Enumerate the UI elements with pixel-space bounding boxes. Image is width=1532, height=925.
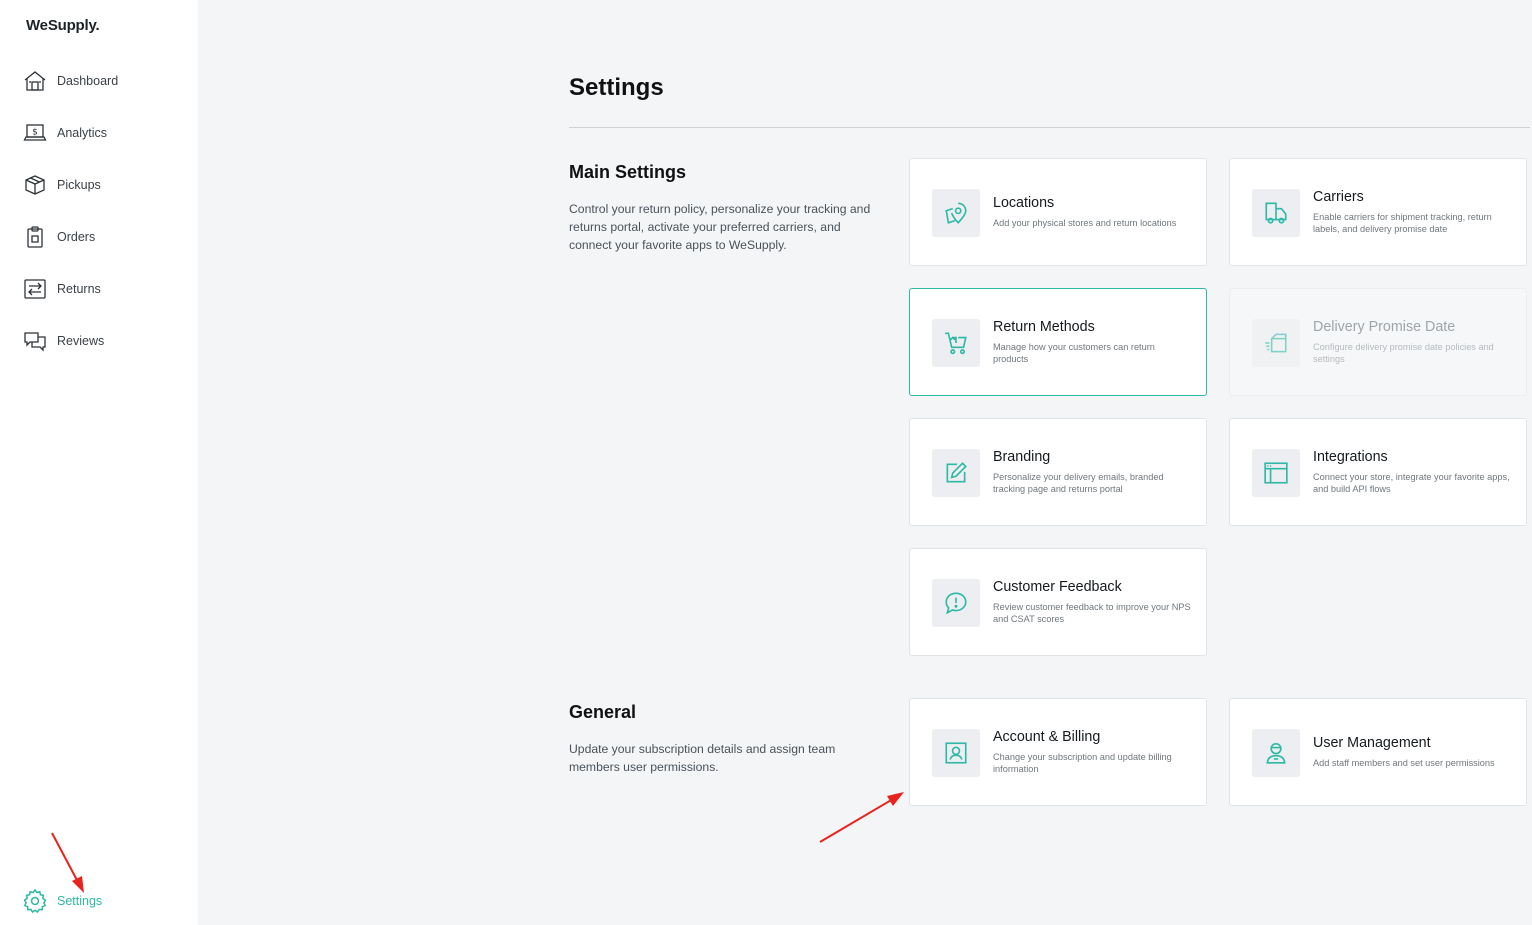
card-description: Add staff members and set user permissio… [1313,758,1495,768]
sidebar-item-label: Returns [57,282,101,296]
card-title: User Management [1313,735,1431,751]
svg-text:$: $ [32,128,38,138]
section-heading-general: General [569,702,637,722]
card-title: Delivery Promise Date [1313,319,1456,335]
sidebar-item-label: Analytics [57,126,108,140]
card-carriers[interactable]: Carriers Enable carriers for shipment tr… [1229,158,1527,266]
sidebar-item-orders[interactable]: Orders [22,222,95,252]
laptop-dollar-icon: $ [22,120,48,146]
card-description: Change your subscription and update bill… [993,752,1172,774]
card-description: Configure delivery promise date policies… [1313,342,1494,364]
sidebar: WeSupply. Dashboard $ Analytics Pickups … [0,0,198,925]
annotation-arrow-settings [51,832,84,893]
card-description: Enable carriers for shipment tracking, r… [1313,212,1492,234]
card-description: Personalize your delivery emails, brande… [993,472,1164,494]
home-icon [22,68,48,94]
sidebar-item-label: Dashboard [57,74,119,88]
card-description: Manage how your customers can return pro… [993,342,1155,364]
location-pin-icon [932,189,980,237]
brand-logo: WeSupply. [26,17,100,34]
card-integrations[interactable]: Integrations Connect your store, integra… [1229,418,1527,526]
clipboard-icon [22,224,48,250]
sidebar-item-label: Pickups [57,178,101,192]
card-locations[interactable]: Locations Add your physical stores and r… [909,158,1207,266]
page-title: Settings [569,74,664,101]
card-title: Branding [993,449,1051,465]
card-customer-feedback[interactable]: Customer Feedback Review customer feedba… [909,548,1207,656]
truck-icon [1252,189,1300,237]
feedback-bubble-icon [932,579,980,627]
card-description: Connect your store, integrate your favor… [1313,472,1510,494]
card-title: Return Methods [993,319,1095,335]
title-divider [569,127,1530,128]
section-description-main-settings: Control your return policy, personalize … [569,202,871,252]
edit-icon [932,449,980,497]
account-portrait-icon [932,729,980,777]
sidebar-item-analytics[interactable]: $ Analytics [22,118,107,148]
card-account-billing[interactable]: Account & Billing Change your subscripti… [909,698,1207,806]
card-title: Locations [993,195,1055,211]
card-user-management[interactable]: User Management Add staff members and se… [1229,698,1527,806]
section-heading-main-settings: Main Settings [569,162,687,182]
chat-bubbles-icon [22,328,48,354]
sidebar-item-label: Reviews [57,334,105,348]
card-branding[interactable]: Branding Personalize your delivery email… [909,418,1207,526]
sidebar-item-reviews[interactable]: Reviews [22,326,104,356]
card-title: Customer Feedback [993,579,1122,595]
card-delivery-promise-date: Delivery Promise Date Configure delivery… [1229,288,1527,396]
card-title: Account & Billing [993,729,1101,745]
cart-return-icon [932,319,980,367]
section-description-general: Update your subscription details and ass… [569,742,836,774]
card-description: Review customer feedback to improve your… [993,602,1191,624]
card-title: Integrations [1313,449,1388,465]
user-icon [1252,729,1300,777]
sidebar-item-pickups[interactable]: Pickups [22,170,101,200]
box-icon [22,172,48,198]
sidebar-item-dashboard[interactable]: Dashboard [22,66,118,96]
browser-window-icon [1252,449,1300,497]
returns-icon [22,276,48,302]
fast-box-icon [1252,319,1300,367]
card-title: Carriers [1313,189,1364,205]
sidebar-item-returns[interactable]: Returns [22,274,101,304]
sidebar-item-label: Orders [57,230,96,244]
card-description: Add your physical stores and return loca… [993,218,1177,228]
annotation-arrow-account-billing [819,792,904,843]
card-return-methods[interactable]: Return Methods Manage how your customers… [909,288,1207,396]
